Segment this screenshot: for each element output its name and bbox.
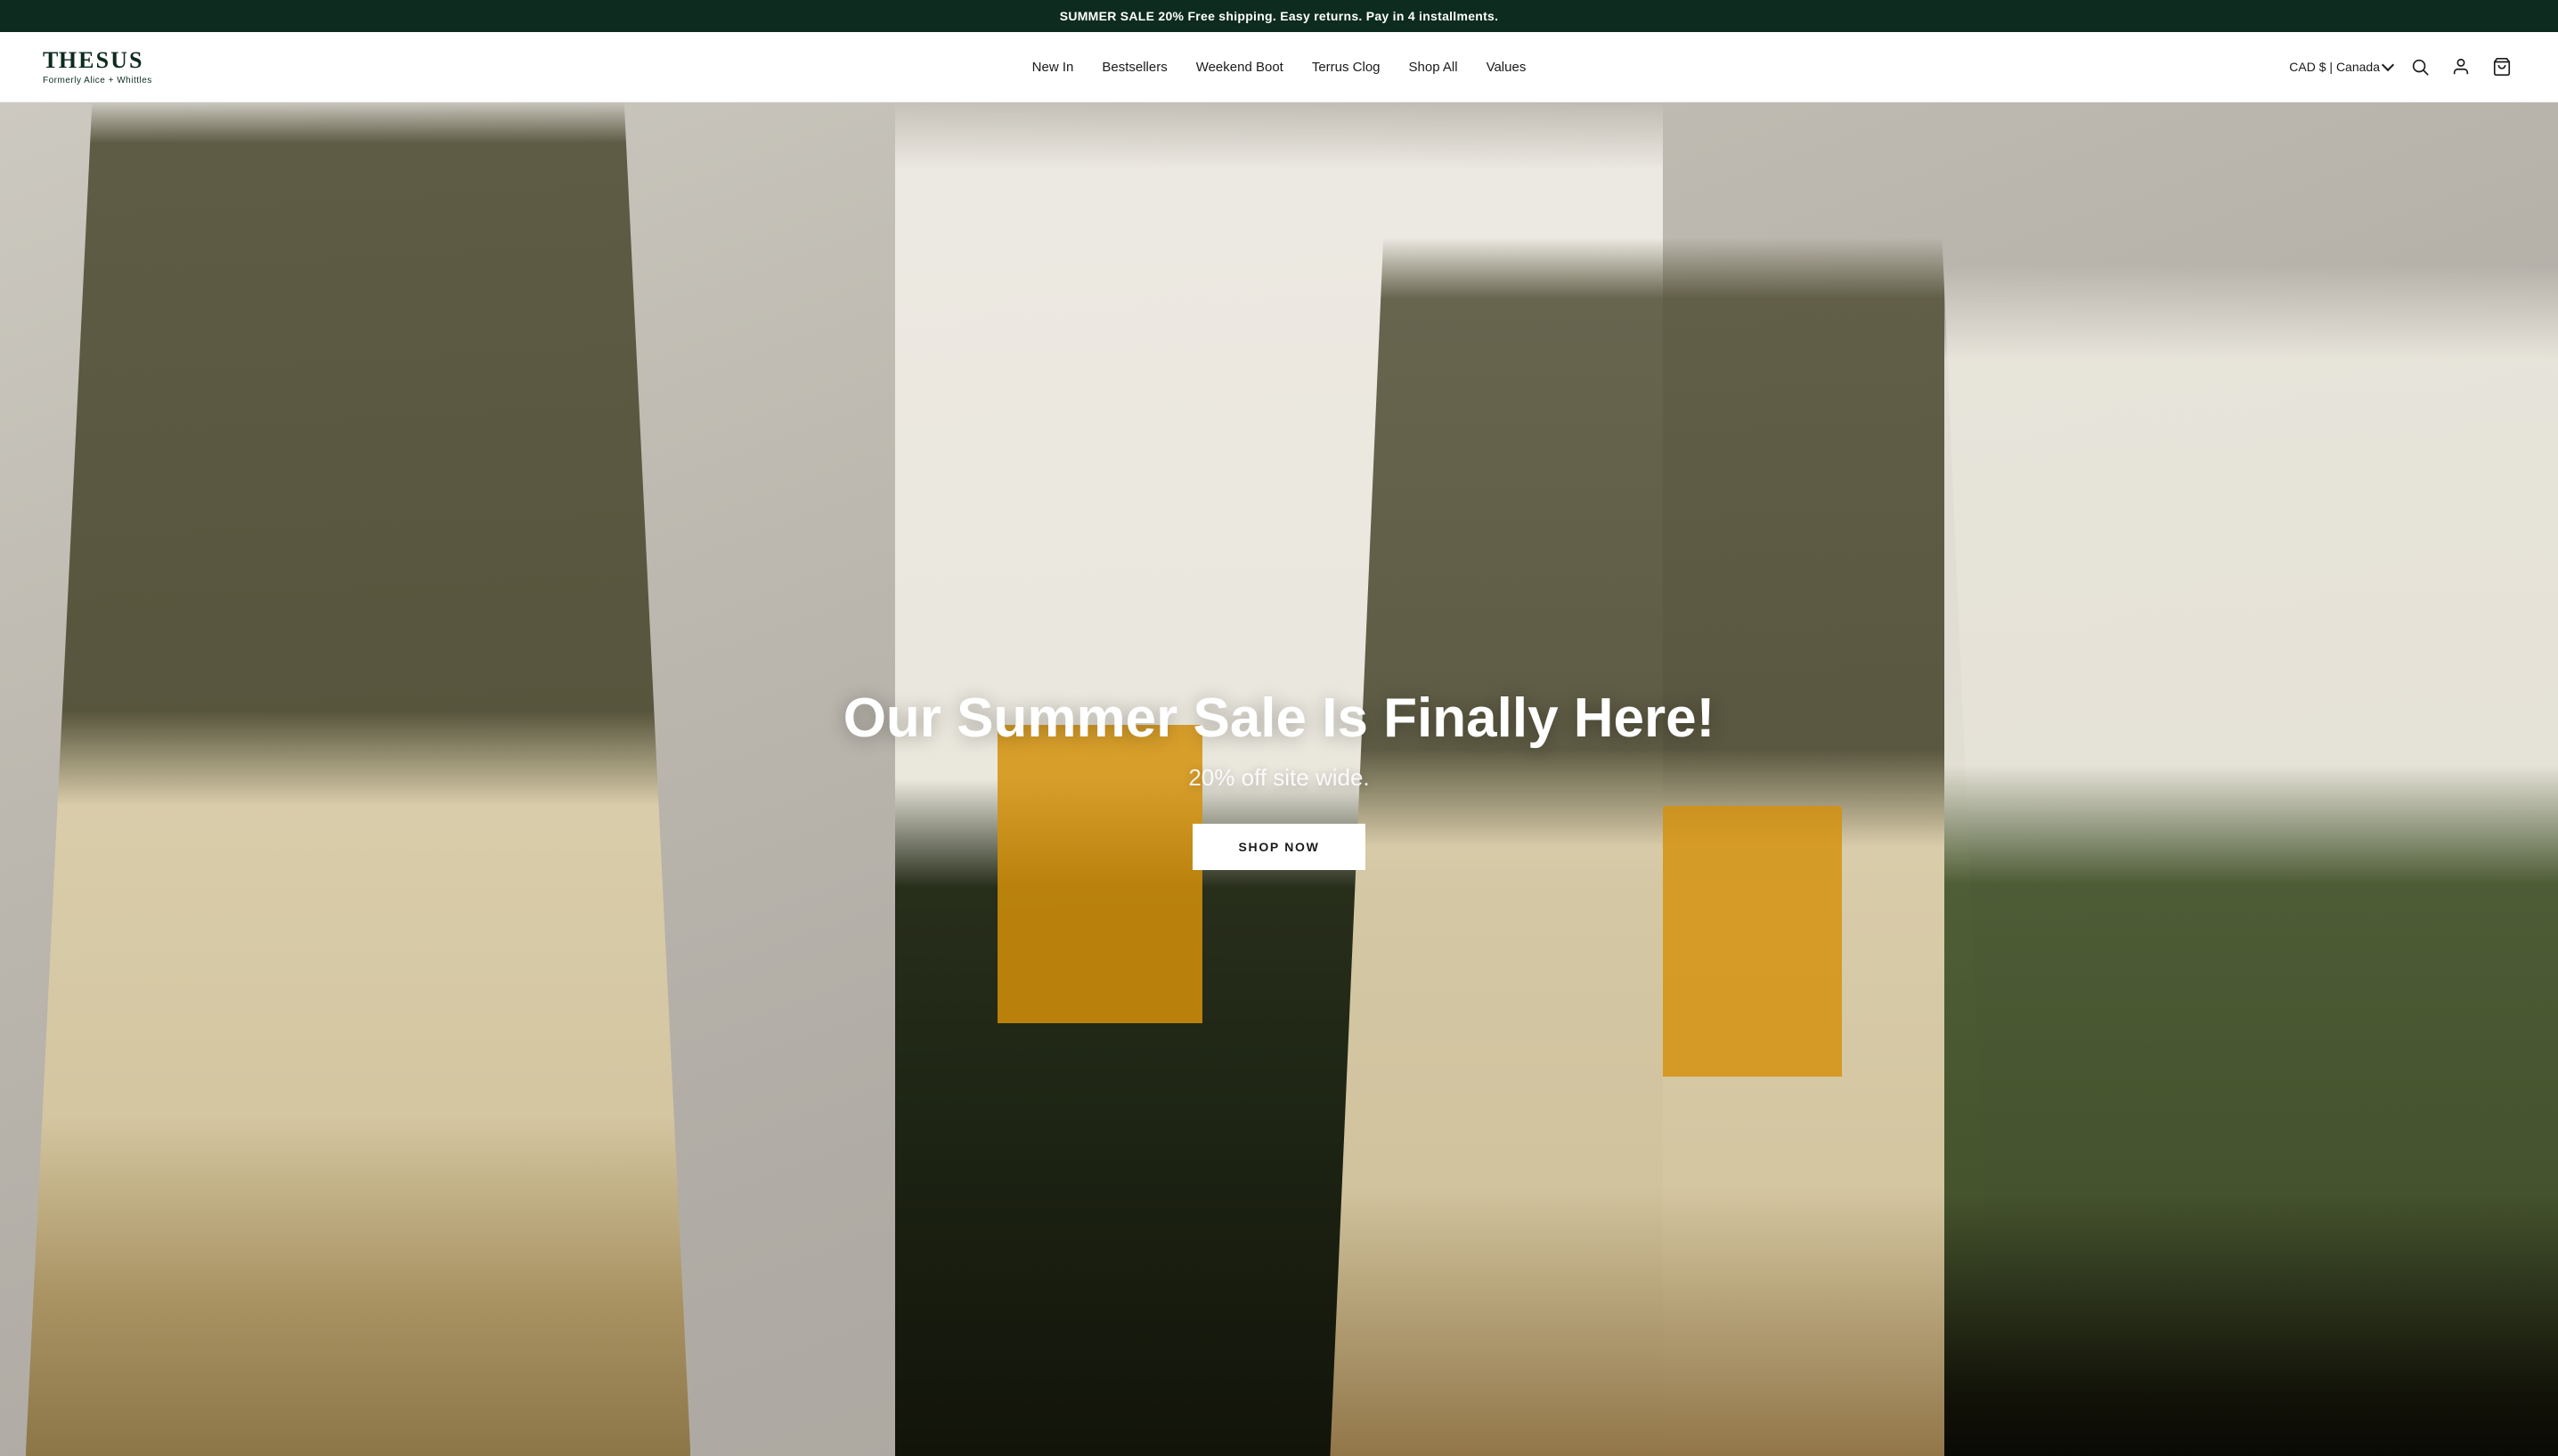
nav-item-new-in[interactable]: New In xyxy=(1032,60,1074,75)
announcement-bar: SUMMER SALE 20% Free shipping. Easy retu… xyxy=(0,0,2558,32)
cart-icon xyxy=(2492,57,2512,77)
nav-item-weekend-boot[interactable]: Weekend Boot xyxy=(1196,60,1283,75)
logo-area[interactable]: THESUS Formerly Alice + Whittles xyxy=(43,48,152,85)
header: THESUS Formerly Alice + Whittles New In … xyxy=(0,32,2558,102)
hero-section: Our Summer Sale Is Finally Here! 20% off… xyxy=(0,102,2558,1456)
nav-item-terrus-clog[interactable]: Terrus Clog xyxy=(1312,60,1381,75)
chevron-down-icon xyxy=(2382,59,2394,71)
logo-subtitle: Formerly Alice + Whittles xyxy=(43,76,152,85)
login-button[interactable] xyxy=(2448,53,2474,80)
person-icon xyxy=(2451,57,2471,77)
hero-title: Our Summer Sale Is Finally Here! xyxy=(843,688,1715,749)
announcement-text: SUMMER SALE 20% Free shipping. Easy retu… xyxy=(1060,9,1499,23)
search-icon xyxy=(2410,57,2430,77)
header-actions: CAD $ | Canada xyxy=(2289,53,2515,80)
currency-selector[interactable]: CAD $ | Canada xyxy=(2289,60,2392,74)
hero-subtitle: 20% off site wide. xyxy=(1188,764,1369,792)
hero-content: Our Summer Sale Is Finally Here! 20% off… xyxy=(0,102,2558,1456)
shop-now-button[interactable]: SHOP NOW xyxy=(1193,824,1366,870)
nav-item-shop-all[interactable]: Shop All xyxy=(1409,60,1458,75)
logo-brand[interactable]: THESUS xyxy=(43,48,144,73)
nav-item-values[interactable]: Values xyxy=(1487,60,1527,75)
nav-item-bestsellers[interactable]: Bestsellers xyxy=(1102,60,1167,75)
cart-button[interactable] xyxy=(2489,53,2515,80)
search-button[interactable] xyxy=(2407,53,2433,80)
main-nav: New In Bestsellers Weekend Boot Terrus C… xyxy=(1032,60,1527,75)
currency-label: CAD $ | Canada xyxy=(2289,60,2380,74)
